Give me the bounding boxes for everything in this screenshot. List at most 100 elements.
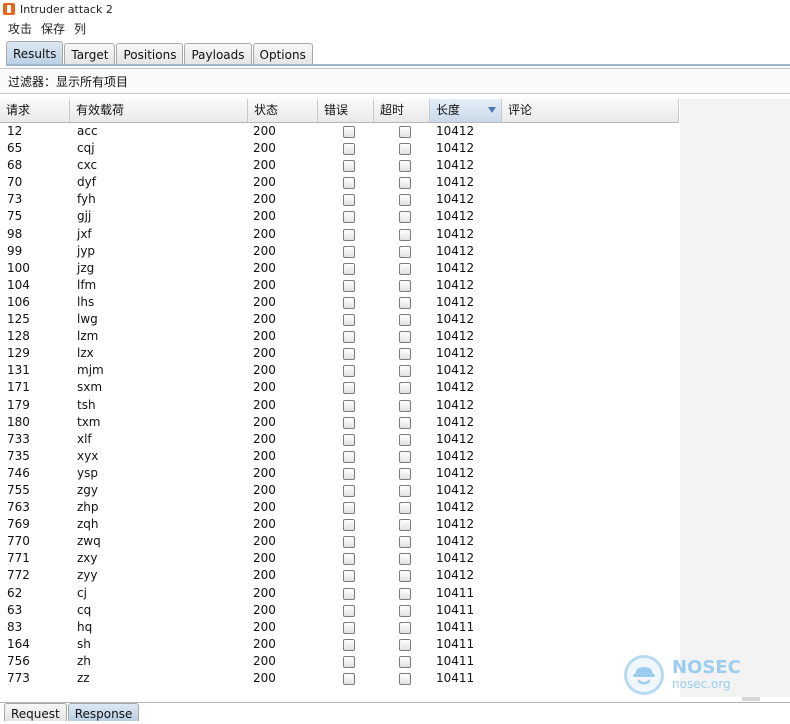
timeout-checkbox[interactable] [399,467,411,480]
table-row[interactable]: 104 lfm 200 10412 [0,277,679,294]
error-checkbox[interactable] [343,245,355,258]
tab-results[interactable]: Results [6,41,64,65]
timeout-checkbox[interactable] [399,262,411,275]
error-checkbox[interactable] [343,126,355,138]
table-row[interactable]: 769 zqh 200 10412 [0,516,679,533]
error-checkbox[interactable] [343,502,355,515]
table-row[interactable]: 763 zhp 200 10412 [0,499,679,516]
timeout-checkbox[interactable] [399,638,411,651]
column-header-comment[interactable]: 评论 [502,99,679,122]
table-row[interactable]: 733 xlf 200 10412 [0,431,679,448]
column-header-error[interactable]: 错误 [318,99,374,122]
error-checkbox[interactable] [343,604,355,617]
error-checkbox[interactable] [343,177,355,190]
error-checkbox[interactable] [343,399,355,412]
error-checkbox[interactable] [343,279,355,292]
error-checkbox[interactable] [343,484,355,497]
timeout-checkbox[interactable] [399,365,411,378]
tab-request[interactable]: Request [4,703,67,721]
error-checkbox[interactable] [343,638,355,651]
table-row[interactable]: 756 zh 200 10411 [0,653,679,670]
menu-save[interactable]: 保存 [41,20,65,37]
timeout-checkbox[interactable] [399,587,411,600]
table-row[interactable]: 755 zgy 200 10412 [0,482,679,499]
table-row[interactable]: 772 zyy 200 10412 [0,567,679,584]
table-row[interactable]: 73 fyh 200 10412 [0,191,679,208]
error-checkbox[interactable] [343,365,355,378]
timeout-checkbox[interactable] [399,177,411,190]
tab-options[interactable]: Options [252,43,313,65]
timeout-checkbox[interactable] [399,348,411,361]
error-checkbox[interactable] [343,587,355,600]
timeout-checkbox[interactable] [399,621,411,634]
timeout-checkbox[interactable] [399,502,411,515]
table-row[interactable]: 12 acc 200 10412 [0,123,679,140]
error-checkbox[interactable] [343,673,355,685]
tab-target[interactable]: Target [64,43,116,65]
error-checkbox[interactable] [343,228,355,241]
timeout-checkbox[interactable] [399,160,411,173]
filter-text[interactable]: 过滤器：显示所有项目 [8,73,128,90]
tab-response[interactable]: Response [67,703,140,721]
timeout-checkbox[interactable] [399,279,411,292]
error-checkbox[interactable] [343,331,355,344]
timeout-checkbox[interactable] [399,433,411,446]
table-row[interactable]: 62 cj 200 10411 [0,585,679,602]
timeout-checkbox[interactable] [399,228,411,241]
timeout-checkbox[interactable] [399,536,411,549]
column-header-timeout[interactable]: 超时 [374,99,430,122]
timeout-checkbox[interactable] [399,211,411,224]
table-row[interactable]: 100 jzg 200 10412 [0,260,679,277]
table-row[interactable]: 99 jyp 200 10412 [0,243,679,260]
error-checkbox[interactable] [343,570,355,583]
table-row[interactable]: 179 tsh 200 10412 [0,397,679,414]
timeout-checkbox[interactable] [399,331,411,344]
results-table[interactable]: 请求 有效载荷 状态 错误 超时 长度 评论 12 acc 200 10412 65 cq… [0,99,680,697]
table-row[interactable]: 68 cxc 200 10412 [0,157,679,174]
error-checkbox[interactable] [343,450,355,463]
timeout-checkbox[interactable] [399,553,411,566]
table-row[interactable]: 180 txm 200 10412 [0,414,679,431]
error-checkbox[interactable] [343,194,355,207]
column-header-length[interactable]: 长度 [430,99,502,122]
column-header-status[interactable]: 状态 [248,99,318,122]
timeout-checkbox[interactable] [399,296,411,309]
error-checkbox[interactable] [343,621,355,634]
error-checkbox[interactable] [343,467,355,480]
error-checkbox[interactable] [343,262,355,275]
error-checkbox[interactable] [343,433,355,446]
table-row[interactable]: 70 dyf 200 10412 [0,174,679,191]
timeout-checkbox[interactable] [399,245,411,258]
table-row[interactable]: 735 xyx 200 10412 [0,448,679,465]
column-header-request[interactable]: 请求 [0,99,70,122]
table-row[interactable]: 75 gjj 200 10412 [0,208,679,225]
timeout-checkbox[interactable] [399,519,411,532]
timeout-checkbox[interactable] [399,399,411,412]
error-checkbox[interactable] [343,416,355,429]
timeout-checkbox[interactable] [399,450,411,463]
error-checkbox[interactable] [343,655,355,668]
table-row[interactable]: 746 ysp 200 10412 [0,465,679,482]
table-row[interactable]: 131 mjm 200 10412 [0,362,679,379]
table-row[interactable]: 65 cqj 200 10412 [0,140,679,157]
timeout-checkbox[interactable] [399,194,411,207]
table-row[interactable]: 106 lhs 200 10412 [0,294,679,311]
filter-bar[interactable]: 过滤器：显示所有项目 [0,68,790,94]
timeout-checkbox[interactable] [399,416,411,429]
menu-attack[interactable]: 攻击 [8,20,32,37]
error-checkbox[interactable] [343,143,355,156]
menu-columns[interactable]: 列 [74,20,86,37]
timeout-checkbox[interactable] [399,484,411,497]
timeout-checkbox[interactable] [399,382,411,395]
table-row[interactable]: 773 zz 200 10411 [0,670,679,687]
error-checkbox[interactable] [343,553,355,566]
column-header-payload[interactable]: 有效载荷 [70,99,248,122]
error-checkbox[interactable] [343,382,355,395]
table-row[interactable]: 83 hq 200 10411 [0,619,679,636]
timeout-checkbox[interactable] [399,143,411,156]
timeout-checkbox[interactable] [399,604,411,617]
table-row[interactable]: 770 zwq 200 10412 [0,533,679,550]
timeout-checkbox[interactable] [399,655,411,668]
table-row[interactable]: 164 sh 200 10411 [0,636,679,653]
timeout-checkbox[interactable] [399,673,411,685]
